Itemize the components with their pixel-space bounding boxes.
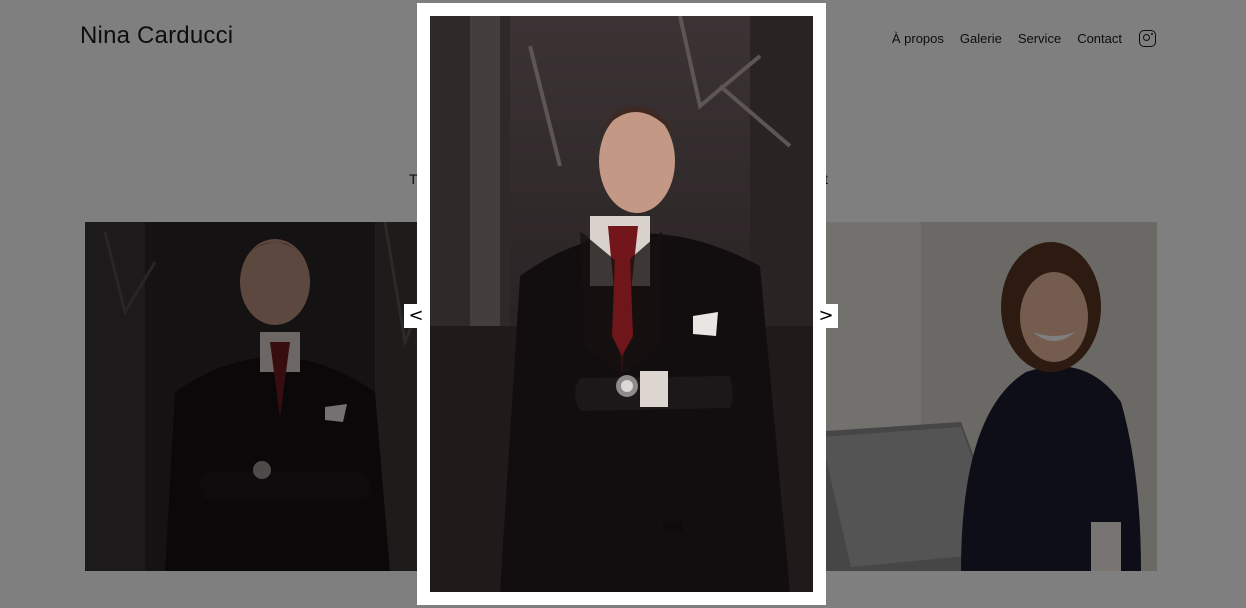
lightbox-next-button[interactable]: > — [814, 304, 838, 328]
lightbox-prev-button[interactable]: < — [404, 304, 428, 328]
lightbox-modal — [417, 3, 826, 605]
lightbox-image — [430, 16, 813, 592]
